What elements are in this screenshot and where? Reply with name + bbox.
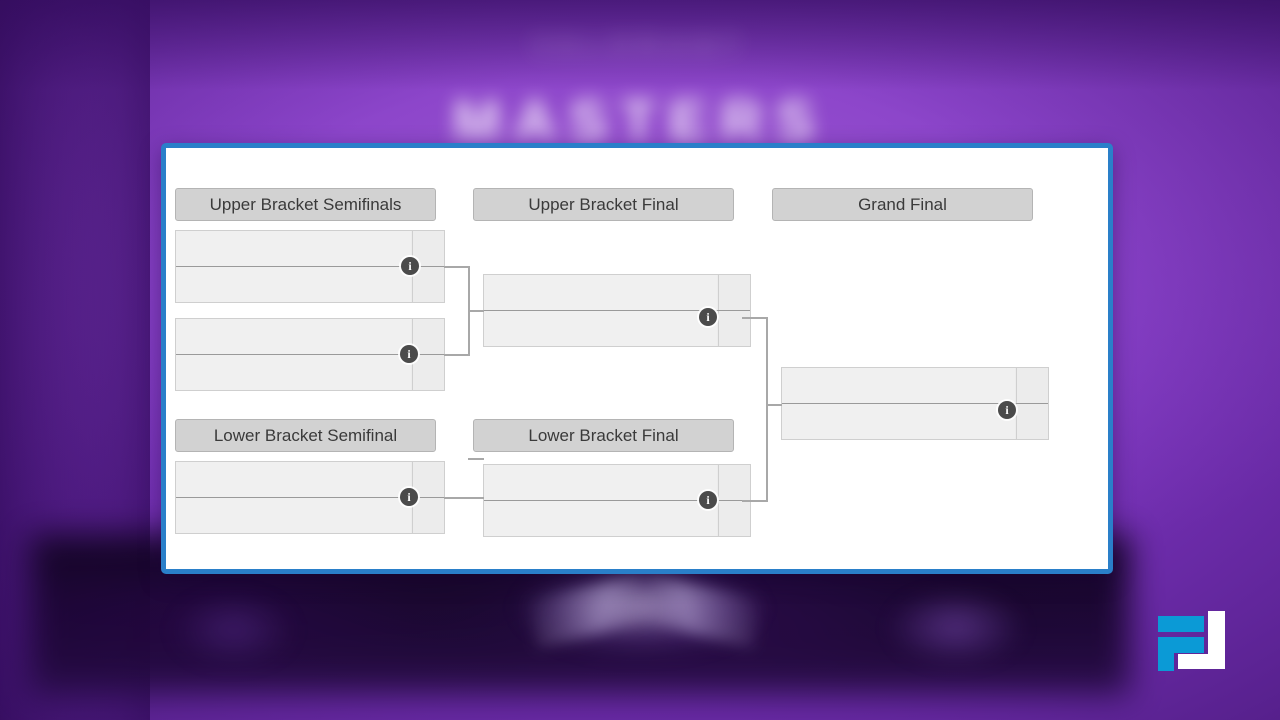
team-score-bottom <box>484 501 485 502</box>
team-score-top <box>484 465 485 466</box>
connector-gf-in <box>766 404 782 406</box>
connector-lbf-in-top <box>468 458 484 460</box>
round-header-lower-bracket-final[interactable]: Lower Bracket Final <box>473 419 734 452</box>
team-score-bottom <box>484 311 485 312</box>
connector-lbf-out-to-gf <box>742 500 768 502</box>
team-score-top <box>176 319 177 320</box>
round-header-label: Lower Bracket Semifinal <box>213 425 398 445</box>
round-header-label: Upper Bracket Semifinals <box>209 194 402 214</box>
connector-ubsf2-out <box>444 354 470 356</box>
team-name-top <box>176 231 177 232</box>
team-name-bottom <box>176 498 177 499</box>
team-name-top <box>782 368 783 369</box>
connector-lbsf-out <box>444 497 484 499</box>
team-score-bottom <box>176 498 177 499</box>
match-info-glyph: i <box>706 310 710 324</box>
match-info-icon[interactable]: i <box>400 345 418 363</box>
connector-ubf-out <box>742 317 768 319</box>
team-score-top <box>176 462 177 463</box>
team-name-bottom <box>484 311 485 312</box>
team-score-top <box>484 275 485 276</box>
round-header-label: Grand Final <box>858 194 947 214</box>
match-info-icon[interactable]: i <box>400 488 418 506</box>
match-info-glyph: i <box>706 493 710 507</box>
match-info-glyph: i <box>407 490 411 504</box>
team-name-top <box>176 462 177 463</box>
match-info-glyph: i <box>407 347 411 361</box>
team-score-top <box>176 231 177 232</box>
team-score-bottom <box>782 404 783 405</box>
team-name-top <box>484 275 485 276</box>
team-name-bottom <box>176 355 177 356</box>
team-name-top <box>176 319 177 320</box>
connector-gf-vertical <box>766 317 768 502</box>
match-row-top[interactable] <box>782 368 1048 404</box>
team-name-bottom <box>484 501 485 502</box>
screenshot-root: VALORANT MASTERS Upper Bracket Semifinal… <box>0 0 1280 720</box>
match-info-icon[interactable]: i <box>699 491 717 509</box>
team-score-bottom <box>176 267 177 268</box>
match-row-top[interactable] <box>484 275 750 311</box>
match-info-icon[interactable]: i <box>699 308 717 326</box>
connector-ubsf1-out <box>444 266 470 268</box>
bracket-diagram: Upper Bracket Semifinals Upper Bracket F… <box>166 148 1108 569</box>
fj-watermark-logo <box>1158 611 1225 671</box>
round-header-label: Lower Bracket Final <box>528 425 679 445</box>
connector-ubf-in <box>468 310 484 312</box>
team-score-bottom <box>176 355 177 356</box>
team-score-top <box>782 368 783 369</box>
round-header-label: Upper Bracket Final <box>528 194 679 214</box>
match-info-glyph: i <box>1005 403 1009 417</box>
match-info-icon[interactable]: i <box>401 257 419 275</box>
bracket-panel: Upper Bracket Semifinals Upper Bracket F… <box>161 143 1113 574</box>
round-header-grand-final[interactable]: Grand Final <box>772 188 1033 221</box>
team-name-bottom <box>176 267 177 268</box>
match-info-icon[interactable]: i <box>998 401 1016 419</box>
round-header-upper-bracket-semifinals[interactable]: Upper Bracket Semifinals <box>175 188 436 221</box>
match-info-glyph: i <box>408 259 412 273</box>
round-header-lower-bracket-semifinal[interactable]: Lower Bracket Semifinal <box>175 419 436 452</box>
team-name-top <box>484 465 485 466</box>
round-header-upper-bracket-final[interactable]: Upper Bracket Final <box>473 188 734 221</box>
team-name-bottom <box>782 404 783 405</box>
